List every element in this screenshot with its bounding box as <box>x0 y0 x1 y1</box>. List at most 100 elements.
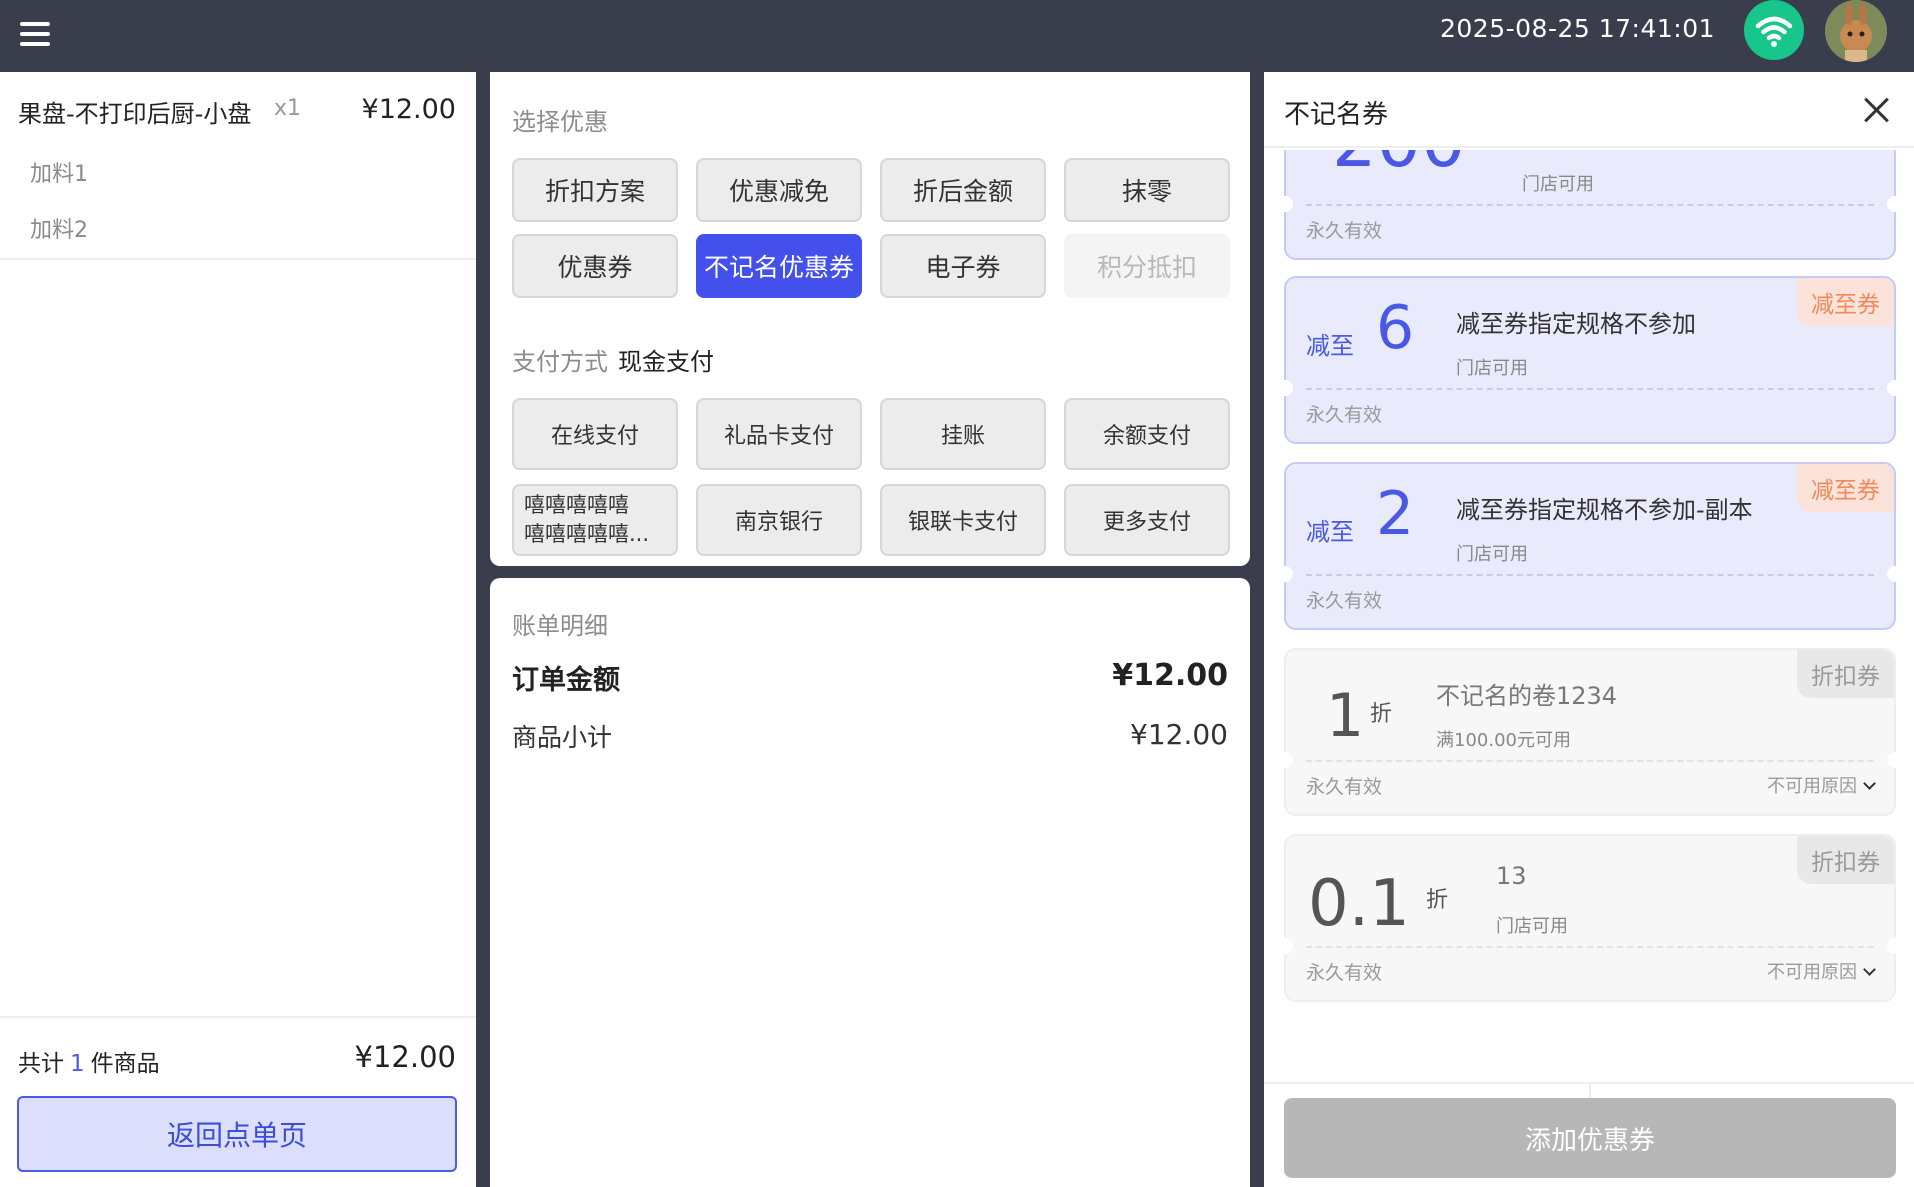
coupon-tag: 减至券 <box>1797 464 1894 512</box>
payment-label: 支付方式 现金支付 <box>512 342 714 377</box>
payment-option[interactable]: 银联卡支付 <box>880 484 1046 556</box>
coupon-validity: 永久有效 <box>1306 962 1383 984</box>
payment-option-line: 嘻嘻嘻嘻嘻 <box>524 493 629 517</box>
discount-option[interactable]: 优惠券 <box>512 234 678 298</box>
coupon-store: 门店可用 <box>1522 174 1594 195</box>
coupon-validity: 永久有效 <box>1306 776 1383 798</box>
subtotal-value: ¥12.00 <box>1130 718 1228 751</box>
discount-option-selected[interactable]: 不记名优惠券 <box>696 234 862 298</box>
coupon-title: 减至券指定规格不参加 <box>1456 310 1696 338</box>
clock: 2025-08-25 17:41:01 <box>1440 14 1716 43</box>
unavailable-reason-label: 不可用原因 <box>1767 962 1857 983</box>
discount-option[interactable]: 折扣方案 <box>512 158 678 222</box>
coupon-title: 不记名的卷1234 <box>1436 682 1618 710</box>
coupon-divider <box>1306 388 1874 390</box>
coupon-store: 门店可用 <box>1456 544 1528 565</box>
order-amount-value: ¥12.00 <box>1112 658 1228 693</box>
coupon-tag: 减至券 <box>1797 278 1894 326</box>
coupon-notch <box>1277 938 1293 954</box>
avatar[interactable] <box>1825 0 1887 62</box>
menu-icon[interactable] <box>18 14 54 54</box>
coupon-divider <box>1306 204 1874 206</box>
coupon-card-unavailable[interactable]: 0.1 折 13 门店可用 折扣券 永久有效 不可用原因 <box>1277 834 1903 1002</box>
discount-panel: 选择优惠 折扣方案 优惠减免 折后金额 抹零 优惠券 不记名优惠券 电子券 积分… <box>490 72 1250 566</box>
coupon-validity: 永久有效 <box>1306 590 1383 612</box>
coupon-tag: 折扣券 <box>1797 650 1894 698</box>
coupon-amount: 1 <box>1326 681 1365 751</box>
coupon-type: 减至 <box>1306 518 1354 546</box>
coupon-divider <box>1306 574 1874 576</box>
addon-item: 加料2 <box>30 218 88 243</box>
coupon-amount: 2 <box>1376 479 1415 549</box>
coupon-notch <box>1277 752 1293 768</box>
coupon-type: 减至 <box>1306 332 1354 360</box>
bill-label: 账单明细 <box>512 612 608 640</box>
coupon-divider <box>1306 760 1874 762</box>
chevron-down-icon <box>1863 777 1876 790</box>
payment-option[interactable]: 余额支付 <box>1064 398 1230 470</box>
total-price: ¥12.00 <box>354 1040 456 1074</box>
coupon-notch <box>1887 938 1903 954</box>
coupon-notch <box>1277 566 1293 582</box>
discount-option[interactable]: 电子券 <box>880 234 1046 298</box>
unavailable-reason-toggle[interactable]: 不可用原因 <box>1767 958 1876 984</box>
order-amount-label: 订单金额 <box>512 665 620 696</box>
coupon-card[interactable]: 减至 6 减至券指定规格不参加 门店可用 减至券 永久有效 <box>1277 276 1903 444</box>
coupon-validity: 永久有效 <box>1306 220 1383 242</box>
unavailable-reason-label: 不可用原因 <box>1767 776 1857 797</box>
addon-item: 加料1 <box>30 162 88 187</box>
payment-current: 现金支付 <box>618 348 714 376</box>
coupon-panel-header: 不记名券 <box>1264 72 1914 148</box>
payment-option[interactable]: 南京银行 <box>696 484 862 556</box>
coupon-notch <box>1887 752 1903 768</box>
discount-option[interactable]: 折后金额 <box>880 158 1046 222</box>
coupon-notch <box>1887 380 1903 396</box>
payment-option[interactable]: 在线支付 <box>512 398 678 470</box>
coupon-title: 减至券指定规格不参加-副本 <box>1456 496 1753 524</box>
payment-option[interactable]: 挂账 <box>880 398 1046 470</box>
coupon-condition: 满100.00元可用 <box>1436 730 1571 751</box>
order-item-name[interactable]: 果盘-不打印后厨-小盘 <box>18 94 251 129</box>
coupon-amount: 200 <box>1332 150 1466 177</box>
top-bar: 2025-08-25 17:41:01 <box>0 0 1914 72</box>
wifi-icon[interactable] <box>1744 0 1804 60</box>
coupon-amount: 6 <box>1376 293 1415 363</box>
coupon-notch <box>1887 566 1903 582</box>
total-count: 共计 1 件商品 <box>18 1044 160 1078</box>
coupon-notch <box>1277 380 1293 396</box>
coupon-unit: 折 <box>1426 888 1449 913</box>
total-prefix: 共计 <box>18 1051 64 1077</box>
coupon-store: 门店可用 <box>1496 916 1568 937</box>
coupon-notch <box>1887 196 1903 212</box>
unavailable-reason-toggle[interactable]: 不可用原因 <box>1767 772 1876 798</box>
coupon-card[interactable]: 减至 2 减至券指定规格不参加-副本 门店可用 减至券 永久有效 <box>1277 462 1903 630</box>
coupon-divider <box>1306 946 1874 948</box>
payment-option[interactable]: 礼品卡支付 <box>696 398 862 470</box>
coupon-panel: 不记名券 200 ¥ 门店可用 永久有效 减至 6 减至券指定规格不参加 门店可… <box>1264 72 1914 1187</box>
coupon-card[interactable]: 200 ¥ 门店可用 永久有效 <box>1277 150 1903 260</box>
subtotal-row: 商品小计 ¥12.00 <box>512 718 1228 754</box>
payment-option[interactable]: 嘻嘻嘻嘻嘻嘻嘻嘻嘻嘻... <box>512 484 678 556</box>
order-panel: 果盘-不打印后厨-小盘 x1 ¥12.00 加料1 加料2 共计 1 件商品 ¥12… <box>0 72 476 1187</box>
discount-option[interactable]: 优惠减免 <box>696 158 862 222</box>
coupon-list[interactable]: 200 ¥ 门店可用 永久有效 减至 6 减至券指定规格不参加 门店可用 减至券… <box>1264 150 1914 1082</box>
total-suffix: 件商品 <box>90 1051 160 1077</box>
subtotal-label: 商品小计 <box>512 723 613 752</box>
coupon-tag: 折扣券 <box>1797 836 1894 884</box>
coupon-card-unavailable[interactable]: 1 折 不记名的卷1234 满100.00元可用 折扣券 永久有效 不可用原因 <box>1277 648 1903 816</box>
payment-option[interactable]: 更多支付 <box>1064 484 1230 556</box>
add-coupon-button[interactable]: 添加优惠券 <box>1284 1098 1896 1178</box>
coupon-title: 13 <box>1496 862 1527 890</box>
close-icon[interactable] <box>1858 92 1894 128</box>
discount-option-disabled: 积分抵扣 <box>1064 234 1230 298</box>
discount-label: 选择优惠 <box>512 108 608 136</box>
coupon-store: 门店可用 <box>1456 358 1528 379</box>
coupon-amount: 0.1 <box>1308 867 1410 941</box>
back-to-order-button[interactable]: 返回点单页 <box>17 1096 457 1172</box>
order-item-qty: x1 <box>274 96 302 121</box>
payment-option-line: 嘻嘻嘻嘻嘻... <box>524 522 650 546</box>
coupon-panel-title: 不记名券 <box>1284 100 1389 130</box>
payment-label-text: 支付方式 <box>512 348 608 376</box>
discount-option[interactable]: 抹零 <box>1064 158 1230 222</box>
coupon-unit: 折 <box>1370 702 1393 727</box>
